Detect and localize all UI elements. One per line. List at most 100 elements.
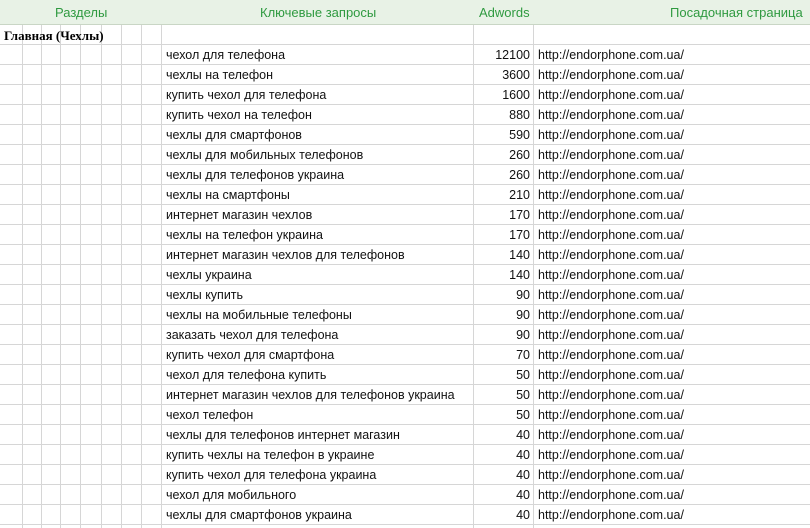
keyword-cell[interactable]: чехлы на телефон xyxy=(166,68,273,82)
landing-url-cell[interactable]: http://endorphone.com.ua/ xyxy=(538,308,684,322)
table-row[interactable]: интернет магазин чехлов 170 http://endorph… xyxy=(0,205,810,225)
adwords-volume-cell[interactable]: 40 xyxy=(474,508,530,522)
keyword-cell[interactable]: чехлы для смартфонов украина xyxy=(166,508,352,522)
landing-url-cell[interactable]: http://endorphone.com.ua/ xyxy=(538,228,684,242)
adwords-volume-cell[interactable]: 50 xyxy=(474,388,530,402)
keyword-cell[interactable]: купить чехол на телефон xyxy=(166,108,312,122)
table-row[interactable]: чехлы для телефонов украина 260 http://end… xyxy=(0,165,810,185)
keyword-cell[interactable]: чехол для мобильного xyxy=(166,488,296,502)
landing-url-cell[interactable]: http://endorphone.com.ua/ xyxy=(538,428,684,442)
keyword-cell[interactable]: интернет магазин чехлов для телефонов ук… xyxy=(166,388,455,402)
header-adwords[interactable]: Adwords xyxy=(479,5,530,20)
adwords-volume-cell[interactable]: 140 xyxy=(474,248,530,262)
landing-url-cell[interactable]: http://endorphone.com.ua/ xyxy=(538,408,684,422)
keyword-cell[interactable]: чехлы для мобильных телефонов xyxy=(166,148,363,162)
header-sections[interactable]: Разделы xyxy=(55,5,107,20)
keyword-cell[interactable]: чехол телефон xyxy=(166,408,253,422)
keyword-cell[interactable]: чехлы для телефонов украина xyxy=(166,168,344,182)
keyword-cell[interactable]: чехлы для смартфонов xyxy=(166,128,302,142)
table-row[interactable]: чехлы для смартфонов украина 40 http://end… xyxy=(0,505,810,525)
adwords-volume-cell[interactable]: 260 xyxy=(474,148,530,162)
landing-url-cell[interactable]: http://endorphone.com.ua/ xyxy=(538,188,684,202)
keyword-cell[interactable]: купить чехол для телефона xyxy=(166,88,326,102)
keyword-cell[interactable]: чехол для телефона купить xyxy=(166,368,326,382)
header-landing-page[interactable]: Посадочная страница xyxy=(670,5,803,20)
landing-url-cell[interactable]: http://endorphone.com.ua/ xyxy=(538,388,684,402)
keyword-cell[interactable]: купить чехлы на телефон в украине xyxy=(166,448,374,462)
adwords-volume-cell[interactable]: 210 xyxy=(474,188,530,202)
keyword-cell[interactable]: чехлы на смартфоны xyxy=(166,188,290,202)
keyword-cell[interactable]: купить чехол для телефона украина xyxy=(166,468,376,482)
adwords-volume-cell[interactable]: 90 xyxy=(474,308,530,322)
table-row[interactable]: купить чехол для смартфона 70 http://endor… xyxy=(0,345,810,365)
table-row[interactable]: чехлы купить 90 http://endorphone.com.ua/ xyxy=(0,285,810,305)
table-row[interactable]: купить чехлы на телефон в украине 40 http:… xyxy=(0,445,810,465)
adwords-volume-cell[interactable]: 40 xyxy=(474,468,530,482)
landing-url-cell[interactable]: http://endorphone.com.ua/ xyxy=(538,268,684,282)
table-row[interactable]: интернет магазин чехлов для телефонов 140… xyxy=(0,245,810,265)
keyword-cell[interactable]: интернет магазин чехлов для телефонов xyxy=(166,248,405,262)
table-row[interactable]: чехлы на мобильные телефоны 90 http://endo… xyxy=(0,305,810,325)
landing-url-cell[interactable]: http://endorphone.com.ua/ xyxy=(538,88,684,102)
adwords-volume-cell[interactable]: 140 xyxy=(474,268,530,282)
landing-url-cell[interactable]: http://endorphone.com.ua/ xyxy=(538,68,684,82)
landing-url-cell[interactable]: http://endorphone.com.ua/ xyxy=(538,148,684,162)
table-row[interactable]: чехлы для смартфонов 590 http://endorphone… xyxy=(0,125,810,145)
adwords-volume-cell[interactable]: 50 xyxy=(474,368,530,382)
adwords-volume-cell[interactable]: 50 xyxy=(474,408,530,422)
adwords-volume-cell[interactable]: 590 xyxy=(474,128,530,142)
adwords-volume-cell[interactable]: 40 xyxy=(474,448,530,462)
table-row[interactable]: чехлы на телефон украина 170 http://endorp… xyxy=(0,225,810,245)
table-row[interactable]: чехол телефон 50 http://endorphone.com.ua/ xyxy=(0,405,810,425)
table-row[interactable]: интернет магазин чехлов для телефонов ук… xyxy=(0,385,810,405)
table-row[interactable]: чехлы для телефонов интернет магазин 40 ht… xyxy=(0,425,810,445)
landing-url-cell[interactable]: http://endorphone.com.ua/ xyxy=(538,108,684,122)
landing-url-cell[interactable]: http://endorphone.com.ua/ xyxy=(538,468,684,482)
adwords-volume-cell[interactable]: 90 xyxy=(474,328,530,342)
adwords-volume-cell[interactable]: 260 xyxy=(474,168,530,182)
table-row[interactable]: чехлы на смартфоны 210 http://endorphone.c… xyxy=(0,185,810,205)
table-row[interactable]: чехол для мобильного 40 http://endorphone.… xyxy=(0,485,810,505)
table-row[interactable]: купить чехол для телефона 1600 http://endo… xyxy=(0,85,810,105)
landing-url-cell[interactable]: http://endorphone.com.ua/ xyxy=(538,168,684,182)
header-keywords[interactable]: Ключевые запросы xyxy=(260,5,376,20)
keyword-cell[interactable]: чехлы на телефон украина xyxy=(166,228,323,242)
adwords-volume-cell[interactable]: 90 xyxy=(474,288,530,302)
keyword-cell[interactable]: интернет магазин чехлов xyxy=(166,208,312,222)
landing-url-cell[interactable]: http://endorphone.com.ua/ xyxy=(538,288,684,302)
keyword-cell[interactable]: заказать чехол для телефона xyxy=(166,328,338,342)
section-row[interactable]: Главная (Чехлы) xyxy=(0,25,810,45)
table-row[interactable]: заказать чехол для телефона 90 http://endo… xyxy=(0,325,810,345)
landing-url-cell[interactable]: http://endorphone.com.ua/ xyxy=(538,488,684,502)
landing-url-cell[interactable]: http://endorphone.com.ua/ xyxy=(538,328,684,342)
table-row[interactable]: чехлы украина 140 http://endorphone.com.ua… xyxy=(0,265,810,285)
landing-url-cell[interactable]: http://endorphone.com.ua/ xyxy=(538,208,684,222)
table-row[interactable]: чехол для телефона купить 50 http://endorp… xyxy=(0,365,810,385)
landing-url-cell[interactable]: http://endorphone.com.ua/ xyxy=(538,48,684,62)
table-row[interactable]: купить чехол для телефона украина 40 http:… xyxy=(0,465,810,485)
table-row[interactable]: чехлы на телефон 3600 http://endorphone.co… xyxy=(0,65,810,85)
landing-url-cell[interactable]: http://endorphone.com.ua/ xyxy=(538,508,684,522)
adwords-volume-cell[interactable]: 1600 xyxy=(474,88,530,102)
landing-url-cell[interactable]: http://endorphone.com.ua/ xyxy=(538,348,684,362)
adwords-volume-cell[interactable]: 170 xyxy=(474,208,530,222)
adwords-volume-cell[interactable]: 70 xyxy=(474,348,530,362)
keyword-cell[interactable]: чехлы для телефонов интернет магазин xyxy=(166,428,400,442)
adwords-volume-cell[interactable]: 40 xyxy=(474,428,530,442)
keyword-cell[interactable]: чехлы купить xyxy=(166,288,243,302)
keyword-cell[interactable]: купить чехол для смартфона xyxy=(166,348,334,362)
landing-url-cell[interactable]: http://endorphone.com.ua/ xyxy=(538,248,684,262)
adwords-volume-cell[interactable]: 12100 xyxy=(474,48,530,62)
adwords-volume-cell[interactable]: 170 xyxy=(474,228,530,242)
adwords-volume-cell[interactable]: 40 xyxy=(474,488,530,502)
adwords-volume-cell[interactable]: 3600 xyxy=(474,68,530,82)
landing-url-cell[interactable]: http://endorphone.com.ua/ xyxy=(538,448,684,462)
table-row[interactable]: купить чехол на телефон 880 http://endorph… xyxy=(0,105,810,125)
landing-url-cell[interactable]: http://endorphone.com.ua/ xyxy=(538,128,684,142)
keyword-cell[interactable]: чехлы украина xyxy=(166,268,252,282)
adwords-volume-cell[interactable]: 880 xyxy=(474,108,530,122)
table-row[interactable]: чехол для телефона 12100 http://endorphone… xyxy=(0,45,810,65)
table-row[interactable]: чехлы для мобильных телефонов 260 http://e… xyxy=(0,145,810,165)
keyword-cell[interactable]: чехлы на мобильные телефоны xyxy=(166,308,352,322)
keyword-cell[interactable]: чехол для телефона xyxy=(166,48,285,62)
